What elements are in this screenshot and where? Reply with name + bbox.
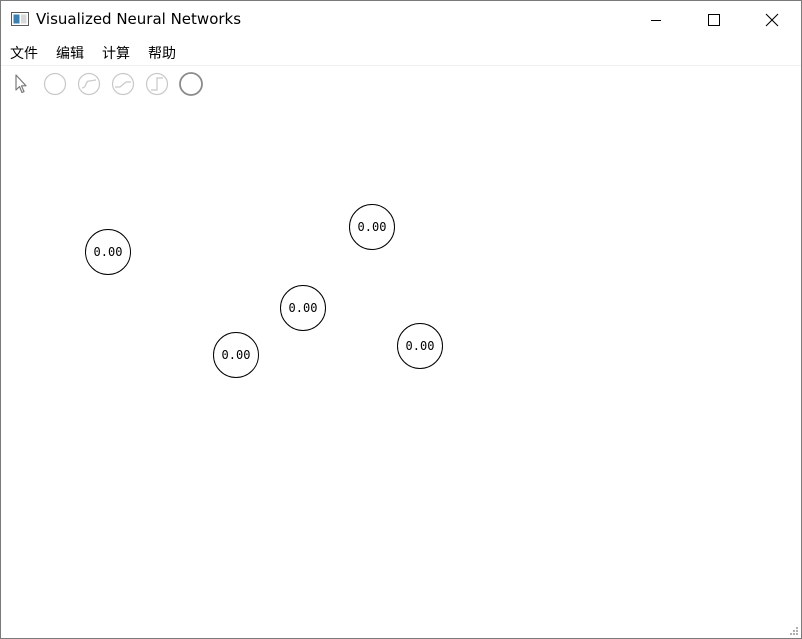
close-button[interactable] [743, 1, 801, 38]
neuron-sigmoid-tool-button[interactable] [76, 71, 102, 97]
pointer-tool-button[interactable] [8, 71, 34, 97]
neuron-linear-icon [111, 72, 135, 96]
pointer-icon [15, 74, 27, 94]
neuron-node[interactable]: 0.00 [397, 323, 443, 369]
neuron-step-tool-button[interactable] [144, 71, 170, 97]
network-canvas[interactable]: 0.00 0.00 0.00 0.00 0.00 [1, 102, 801, 638]
minimize-icon [651, 19, 661, 21]
neuron-linear-tool-button[interactable] [110, 71, 136, 97]
neuron-node[interactable]: 0.00 [349, 204, 395, 250]
neuron-step-icon [145, 72, 169, 96]
menu-bar: 文件 编辑 计算 帮助 [1, 39, 801, 65]
menu-compute[interactable]: 计算 [102, 43, 130, 63]
neuron-node[interactable]: 0.00 [280, 285, 326, 331]
menu-help[interactable]: 帮助 [148, 43, 176, 63]
neuron-circle-tool-button[interactable] [178, 71, 204, 97]
neuron-node[interactable]: 0.00 [213, 332, 259, 378]
neuron-blank-tool-button[interactable] [42, 71, 68, 97]
minimize-button[interactable] [627, 1, 685, 38]
toolbar [1, 65, 801, 103]
resize-grip-icon[interactable] [789, 626, 799, 636]
menu-edit[interactable]: 编辑 [56, 43, 84, 63]
close-icon [765, 13, 779, 26]
neuron-sigmoid-icon [77, 72, 101, 96]
maximize-button[interactable] [685, 1, 743, 38]
app-window: Visualized Neural Networks 文件 编辑 计算 帮助 0… [0, 0, 802, 639]
app-icon [11, 12, 29, 26]
neuron-node[interactable]: 0.00 [85, 229, 131, 275]
window-title: Visualized Neural Networks [36, 10, 242, 28]
neuron-circle-icon [179, 72, 203, 96]
title-bar[interactable]: Visualized Neural Networks [1, 1, 801, 38]
neuron-blank-icon [43, 72, 67, 96]
maximize-icon [708, 13, 720, 26]
menu-file[interactable]: 文件 [10, 43, 38, 63]
